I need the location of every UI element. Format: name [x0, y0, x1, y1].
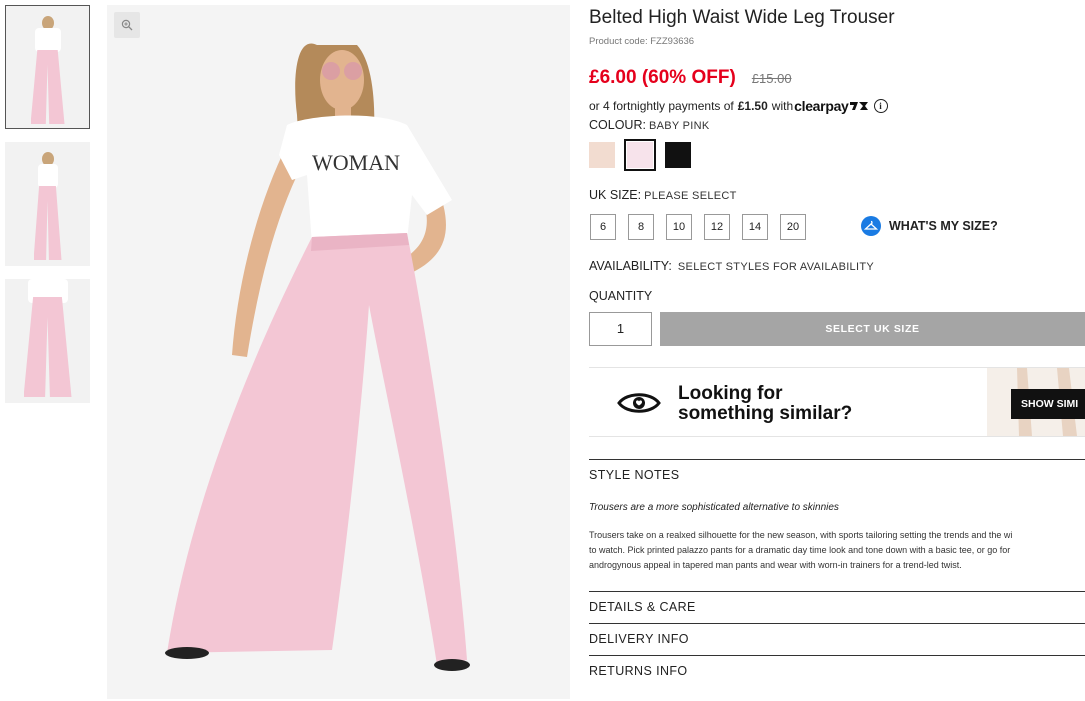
delivery-info-section[interactable]: DELIVERY INFO: [589, 623, 1085, 655]
size-option-20[interactable]: 20: [780, 214, 806, 240]
product-code: Product code: FZZ93636: [589, 36, 695, 47]
similar-line1: Looking for: [678, 383, 783, 404]
colour-label-row: COLOUR: BABY PINK: [589, 118, 710, 132]
size-guide-label: WHAT'S MY SIZE?: [889, 219, 998, 233]
thumbnail-list: [5, 5, 90, 416]
swatch-black[interactable]: [665, 142, 691, 168]
style-notes-body: Trousers take on a realxed silhouette fo…: [589, 528, 1085, 573]
price-row: £6.00 (60% OFF) £15.00: [589, 67, 792, 89]
clearpay-with: with: [771, 99, 794, 113]
style-notes-body-line: to watch. Pick printed palazzo pants for…: [589, 545, 1011, 555]
size-option-10[interactable]: 10: [666, 214, 692, 240]
returns-info-section[interactable]: RETURNS INFO: [589, 655, 1085, 687]
select-size-button[interactable]: SELECT UK SIZE: [660, 312, 1085, 346]
size-options: 6 8 10 12 14 20: [590, 214, 818, 240]
size-value: PLEASE SELECT: [644, 190, 737, 202]
size-option-14[interactable]: 14: [742, 214, 768, 240]
zoom-icon: [121, 19, 133, 31]
hanger-icon: [861, 216, 881, 236]
size-option-6[interactable]: 6: [590, 214, 616, 240]
zoom-button[interactable]: [114, 12, 140, 38]
original-price: £15.00: [751, 71, 792, 86]
svg-text:WOMAN: WOMAN: [312, 150, 400, 175]
clearpay-brand: clearpay: [794, 98, 849, 114]
style-notes-body-line: Trousers take on a realxed silhouette fo…: [589, 530, 1013, 540]
size-guide-link[interactable]: WHAT'S MY SIZE?: [861, 216, 998, 236]
thumbnail-model-trousers: [33, 186, 62, 260]
product-title: Belted High Waist Wide Leg Trouser: [589, 7, 895, 28]
delivery-info-heading[interactable]: DELIVERY INFO: [589, 624, 1085, 646]
returns-info-heading[interactable]: RETURNS INFO: [589, 656, 1085, 678]
similar-banner[interactable]: Looking for something similar? SHOW SIMI: [589, 367, 1085, 437]
style-notes-heading[interactable]: STYLE NOTES: [589, 460, 1085, 482]
clearpay-arrows-icon: [849, 102, 868, 110]
style-notes-tagline: Trousers are a more sophisticated altern…: [589, 502, 839, 513]
thumbnail-model-trousers: [23, 297, 72, 397]
clearpay-text: or 4 fortnightly payments of: [589, 99, 734, 113]
size-option-8[interactable]: 8: [628, 214, 654, 240]
eye-icon: [617, 393, 661, 413]
similar-text: Looking for something similar?: [678, 384, 852, 424]
thumbnail-model-trousers: [30, 50, 65, 124]
thumbnail-3[interactable]: [5, 279, 90, 403]
quantity-label: QUANTITY: [589, 289, 653, 303]
style-notes-section: STYLE NOTES Trousers are a more sophisti…: [589, 459, 1085, 591]
product-main-image[interactable]: WOMAN: [107, 5, 570, 699]
swatch-baby-pink[interactable]: [624, 139, 656, 171]
info-icon[interactable]: i: [873, 99, 888, 113]
colour-value: BABY PINK: [648, 120, 710, 132]
clearpay-logo: clearpay: [794, 98, 868, 114]
sale-price: £6.00 (60% OFF): [589, 67, 736, 88]
thumbnail-1[interactable]: [5, 5, 90, 129]
availability-value: SELECT STYLES FOR AVAILABILITY: [677, 261, 874, 273]
quantity-input[interactable]: 1: [589, 312, 652, 346]
thumbnail-model-shirt: [34, 28, 61, 52]
availability-label: AVAILABILITY:: [589, 259, 672, 273]
size-label: UK SIZE:: [589, 188, 642, 202]
style-notes-body-line: androgynous appeal in tapered man pants …: [589, 560, 962, 570]
swatch-nude[interactable]: [589, 142, 615, 168]
clearpay-info: or 4 fortnightly payments of £1.50 with …: [589, 98, 888, 114]
colour-label: COLOUR:: [589, 118, 646, 132]
details-care-heading[interactable]: DETAILS & CARE: [589, 592, 1085, 614]
thumbnail-2[interactable]: [5, 142, 90, 266]
availability-row: AVAILABILITY: SELECT STYLES FOR AVAILABI…: [589, 259, 874, 273]
similar-line2: something similar?: [678, 403, 853, 424]
clearpay-amount: £1.50: [737, 99, 768, 113]
thumbnail-model-shirt: [37, 164, 58, 188]
colour-swatches: [589, 139, 703, 171]
model-illustration: WOMAN: [165, 43, 470, 671]
show-similar-button[interactable]: SHOW SIMI: [1011, 389, 1085, 419]
details-care-section[interactable]: DETAILS & CARE: [589, 591, 1085, 623]
size-option-12[interactable]: 12: [704, 214, 730, 240]
size-label-row: UK SIZE: PLEASE SELECT: [589, 188, 737, 202]
